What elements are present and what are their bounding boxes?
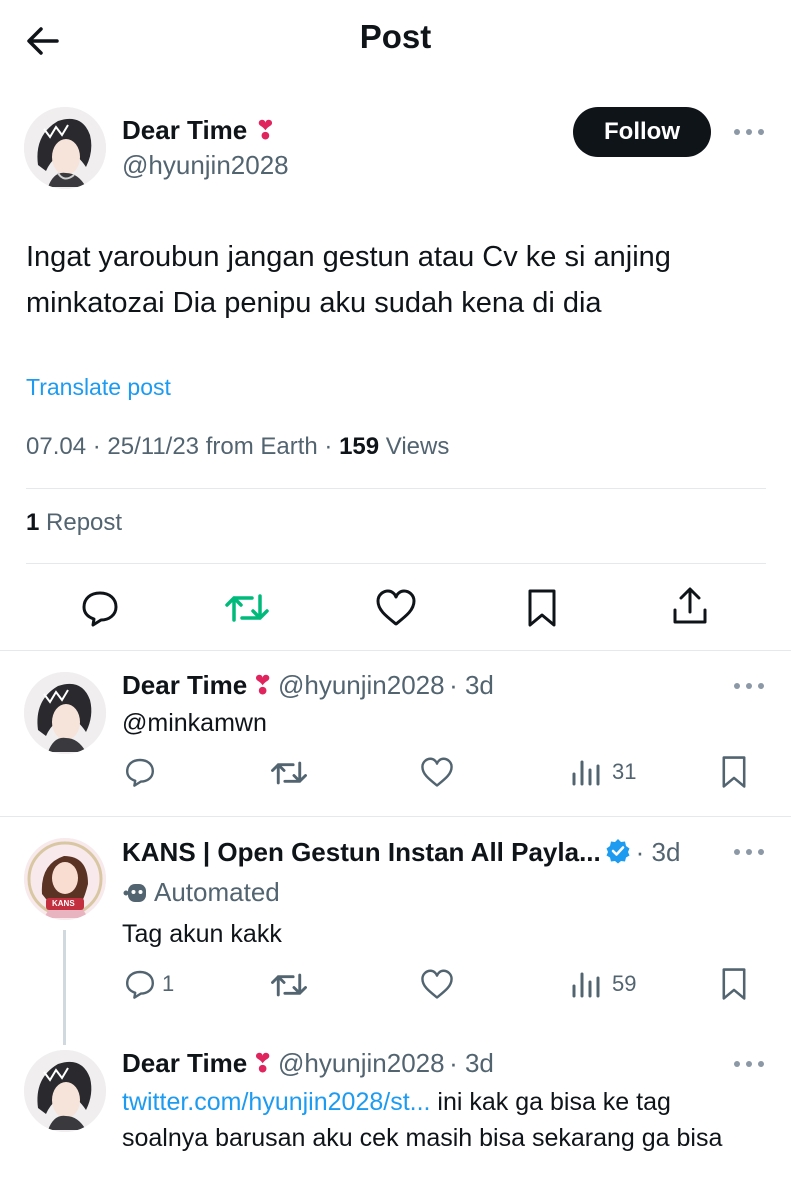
divider	[0, 650, 791, 651]
reply-text: twitter.com/hyunjin2028/st... ini kak ga…	[122, 1088, 723, 1152]
reply-header: KANS | Open Gestun Instan All Payla... ·…	[122, 837, 680, 869]
repost-icon	[271, 973, 307, 997]
avatar-label: KANS	[52, 899, 75, 908]
heart-emoji-icon: ❣	[251, 670, 274, 700]
divider	[26, 563, 766, 564]
reply-icon	[126, 970, 154, 999]
bookmark-icon	[528, 589, 556, 627]
avatar[interactable]	[24, 1050, 106, 1132]
bookmark-button[interactable]	[526, 588, 558, 628]
repost-button[interactable]	[270, 758, 308, 788]
bookmark-button[interactable]	[720, 755, 748, 789]
views-stat[interactable]: 59	[570, 968, 636, 1000]
like-icon	[421, 969, 453, 999]
post-text: Ingat yaroubun jangan gestun atau Cv ke …	[26, 241, 671, 319]
reply-author-handle[interactable]: @hyunjin2028	[278, 670, 445, 700]
reply-button[interactable]: 1	[124, 968, 174, 1000]
views-stat[interactable]: 31	[570, 756, 636, 788]
repost-button[interactable]	[224, 590, 270, 626]
reply-icon	[82, 591, 118, 627]
like-button[interactable]	[420, 757, 454, 788]
like-icon	[376, 589, 416, 626]
avatar[interactable]	[24, 672, 106, 754]
author-name[interactable]: Dear Time ❣	[122, 115, 276, 146]
bookmark-button[interactable]	[720, 967, 748, 1001]
heart-emoji-icon: ❣	[254, 115, 277, 145]
reply-time: · 3d	[449, 1048, 494, 1078]
views-icon	[572, 972, 600, 998]
reply-header: Dear Time ❣ @hyunjin2028 · 3d	[122, 1048, 494, 1079]
top-bar: Post	[0, 0, 791, 80]
divider	[26, 488, 766, 489]
more-icon[interactable]	[731, 847, 767, 857]
more-icon[interactable]	[731, 127, 767, 137]
translate-post-link[interactable]: Translate post	[26, 374, 171, 401]
tweet-link[interactable]: twitter.com/hyunjin2028/st...	[122, 1088, 430, 1116]
share-button[interactable]	[671, 586, 709, 626]
bookmark-icon	[722, 756, 746, 788]
reply-count: 1	[162, 971, 175, 996]
repost-button[interactable]	[270, 970, 308, 1000]
avatar[interactable]: KANS	[24, 838, 106, 920]
views-count: 59	[612, 971, 637, 996]
views-count: 31	[612, 759, 637, 784]
views-count: 159	[339, 433, 380, 460]
repost-icon	[271, 761, 307, 785]
bookmark-icon	[722, 968, 746, 1000]
views-icon	[572, 760, 600, 786]
author-handle[interactable]: @hyunjin2028	[122, 150, 289, 181]
like-button[interactable]	[375, 589, 417, 627]
like-icon	[421, 757, 453, 787]
repost-icon	[225, 594, 269, 622]
reply-button[interactable]	[80, 588, 120, 628]
divider	[0, 816, 791, 817]
more-icon[interactable]	[731, 681, 767, 691]
thread-line	[63, 930, 66, 1045]
reply-text: Tag akun kakk	[122, 920, 282, 948]
reply-text: @minkamwn	[122, 709, 267, 737]
reply-author-name[interactable]: Dear Time	[122, 1048, 247, 1078]
repost-count-link[interactable]: 1 Repost	[26, 509, 122, 537]
reply-author-handle[interactable]: @hyunjin2028	[278, 1048, 445, 1078]
reply-button[interactable]	[124, 756, 156, 788]
reply-author-name[interactable]: Dear Time	[122, 670, 247, 700]
automated-label[interactable]: Automated	[122, 877, 280, 908]
heart-emoji-icon: ❣	[251, 1048, 274, 1078]
like-button[interactable]	[420, 969, 454, 1000]
avatar[interactable]	[24, 107, 106, 189]
reply-time: · 3d	[449, 670, 494, 700]
reply-icon	[126, 758, 154, 787]
reply-time: · 3d	[635, 837, 681, 867]
more-icon[interactable]	[731, 1059, 767, 1069]
reply-author-name[interactable]: KANS | Open Gestun Instan All Payla...	[122, 837, 601, 867]
verified-badge-icon	[605, 838, 631, 869]
page-title: Post	[359, 18, 432, 55]
share-icon	[673, 587, 707, 624]
robot-icon	[123, 883, 146, 902]
follow-button[interactable]: Follow	[573, 107, 711, 157]
post-meta: 07.04 · 25/11/23 from Earth · 159 Views	[26, 433, 450, 460]
reply-header: Dear Time ❣ @hyunjin2028 · 3d	[122, 670, 494, 701]
